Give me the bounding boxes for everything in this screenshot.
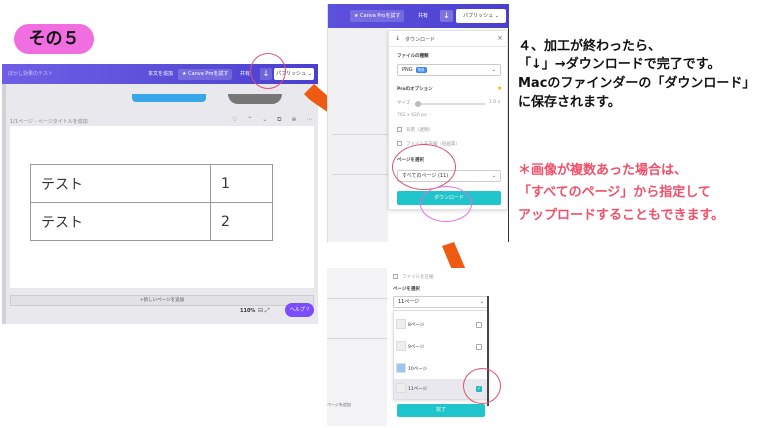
table-cell: 1 (210, 164, 273, 203)
download-icon[interactable]: ↓ (440, 10, 453, 22)
note-line-3: アップロードすることもできます。 (518, 208, 725, 223)
instruction-line-2: 「↓」→ダウンロードで完了です。 (518, 57, 721, 72)
publish-button[interactable]: パブリッシュ ⌄ (456, 9, 506, 23)
divider (389, 46, 509, 47)
transparent-bg-checkbox[interactable] (397, 127, 402, 132)
view-mode-icons[interactable]: ⊟ ⤢ (258, 307, 270, 315)
divider (332, 174, 388, 175)
close-icon[interactable]: × (497, 34, 503, 42)
sample-table: テスト 1 テスト 2 (30, 164, 273, 241)
chevron-down-icon: ⌄ (479, 299, 484, 305)
page-select-value: 11ページ (398, 299, 420, 305)
zoom-level[interactable]: 110% (240, 308, 255, 314)
page-label: 10ページ (408, 367, 428, 372)
page-checkbox[interactable] (476, 322, 482, 328)
canvas-background (328, 28, 388, 242)
add-page-button[interactable]: +新しいページを追加 (10, 295, 314, 306)
try-pro-button[interactable]: ★ Canva Proを試す (178, 69, 233, 80)
size-value: 1.0 x (489, 100, 501, 105)
instruction-line-3: Macのファインダーの「ダウンロード」 (518, 76, 756, 91)
note-line-2: 「すべてのページ」から指定して (518, 185, 711, 200)
step-badge: その５ (14, 24, 94, 54)
scrollbar[interactable] (508, 28, 509, 242)
share-button[interactable]: 共有 (414, 10, 432, 22)
list-item[interactable]: 9ページ (394, 337, 488, 357)
canvas-element-blue (132, 94, 206, 102)
page-select[interactable]: 11ページ ⌄ (393, 296, 489, 308)
page-thumbnail (396, 319, 406, 329)
size-label: サイズ (397, 101, 411, 106)
dimensions-text: 762 x 420 px (397, 113, 427, 118)
table-cell: 2 (210, 202, 273, 241)
page-thumbnail (396, 383, 406, 393)
download-title-icon: ↓ (395, 35, 401, 42)
page-label: 11ページ (408, 387, 428, 392)
divider (332, 134, 388, 135)
highlight-circle-checkbox (463, 368, 501, 404)
page-label[interactable]: 1/1ページ - ページタイトルを追加 (10, 118, 88, 125)
page-thumbnail (396, 341, 406, 351)
done-button[interactable]: 完了 (397, 404, 485, 417)
table-row: テスト 1 (30, 164, 273, 203)
compress-label: ファイルを圧縮 (402, 275, 434, 280)
recommended-badge: 推奨 (415, 66, 427, 73)
side-panel-edge (2, 84, 6, 324)
highlight-circle-download (250, 53, 286, 89)
chevron-down-icon: ⌄ (491, 67, 496, 73)
filetype-select[interactable]: PNG 推奨 ⌄ (397, 64, 501, 76)
panel-title: ダウンロード (405, 37, 436, 43)
size-slider[interactable] (415, 101, 485, 107)
add-page-link[interactable]: ページを追加 (327, 402, 351, 408)
help-button[interactable]: ヘルプ ? (285, 303, 314, 317)
page-label: 9ページ (408, 345, 425, 350)
compress-checkbox[interactable] (397, 141, 402, 146)
table-cell: テスト (30, 202, 211, 241)
compress-checkbox[interactable] (393, 274, 398, 279)
highlight-circle-page-select (392, 144, 456, 190)
editor-toolbar: ★ Canva Proを試す 共有 ↓ パブリッシュ ⌄ (328, 4, 509, 28)
page-label: 8ページ (408, 323, 425, 328)
list-item[interactable]: 8ページ (394, 315, 488, 335)
filetype-value: PNG (402, 67, 413, 73)
table-cell: テスト (30, 164, 211, 203)
chevron-down-icon: ⌄ (491, 173, 496, 179)
design-title[interactable]: ぼかし効果のテスト (8, 70, 53, 77)
page-select-label: ページを選択 (393, 287, 420, 292)
instruction-line-4: に保存されます。 (518, 95, 621, 110)
table-row: テスト 2 (30, 202, 273, 241)
instruction-line-1: ４、加工が終わったら、 (518, 39, 662, 54)
add-text-button[interactable]: 本文を追加 (144, 69, 177, 80)
transparent-bg-label: 背景（透明） (406, 128, 433, 133)
page-thumbnail (396, 363, 406, 373)
highlight-circle-download-button (420, 186, 472, 222)
pro-options-label: Proのオプション (397, 87, 433, 92)
note-line-1: ＊画像が複数あった場合は、 (518, 163, 688, 178)
crown-icon: ★ (497, 85, 503, 92)
try-pro-button[interactable]: ★ Canva Proを試す (350, 10, 405, 22)
page-checkbox[interactable] (476, 344, 482, 350)
canvas-element-gray (228, 94, 282, 104)
filetype-label: ファイルの種類 (397, 54, 429, 59)
divider (327, 338, 387, 339)
download-panel-screenshot: ★ Canva Proを試す 共有 ↓ パブリッシュ ⌄ ↓ ダウンロード × … (327, 4, 509, 242)
divider (327, 298, 387, 299)
